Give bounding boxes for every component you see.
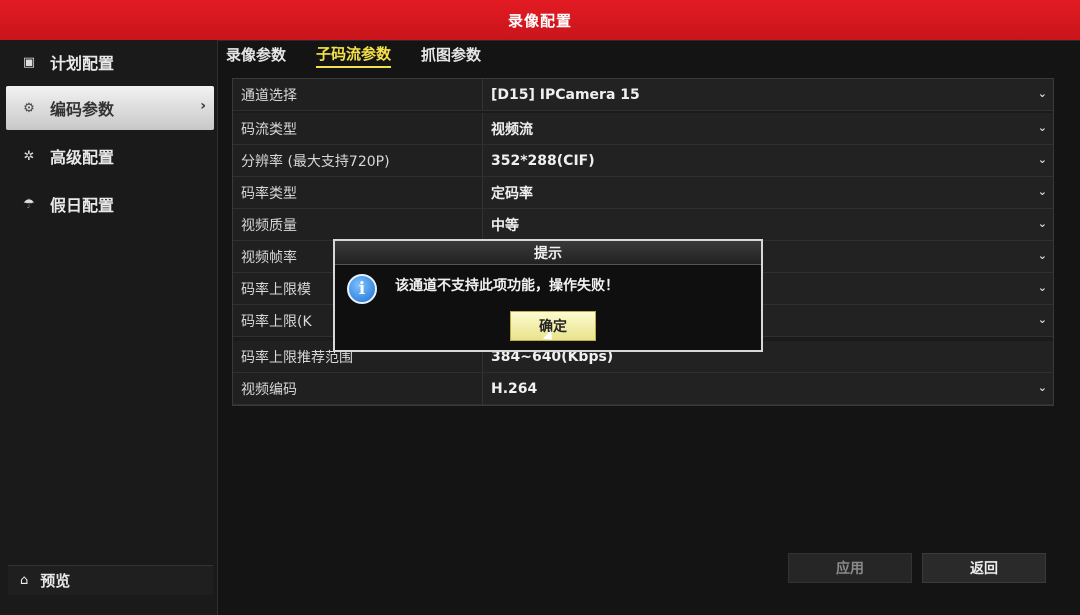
holiday-icon: ☂: [23, 196, 35, 212]
row-label: 通道选择: [233, 79, 483, 110]
row-label: 分辨率 (最大支持720P): [233, 145, 483, 176]
stream-type-select[interactable]: 视频流 ⌄: [483, 113, 1053, 144]
tab-substream-params[interactable]: 子码流参数: [316, 40, 392, 68]
table-row: 通道选择 [D15] IPCamera 15 ⌄: [233, 79, 1053, 111]
chevron-down-icon: ⌄: [1037, 185, 1047, 198]
chevron-down-icon: ⌄: [1037, 281, 1047, 294]
dialog-title: 提示: [335, 241, 761, 265]
sidebar-item-label: 计划配置: [50, 54, 115, 73]
tab-snapshot-params[interactable]: 抓图参数: [421, 40, 481, 68]
sidebar-item-holiday[interactable]: ☂ 假日配置: [6, 182, 214, 226]
row-label: 码率类型: [233, 177, 483, 208]
sidebar-item-encoding[interactable]: ⚙ 编码参数 ›: [6, 86, 214, 130]
chevron-down-icon: ⌄: [1037, 249, 1047, 262]
bitrate-type-select[interactable]: 定码率 ⌄: [483, 177, 1053, 208]
sidebar: ▣ 计划配置 ⚙ 编码参数 › ✲ 高级配置 ☂ 假日配置: [0, 40, 218, 615]
dialog-message: 该通道不支持此项功能，操作失败！: [395, 278, 619, 294]
row-label: 码流类型: [233, 113, 483, 144]
preview-button[interactable]: ⌂ 预览: [8, 565, 213, 595]
table-row: 码率类型 定码率 ⌄: [233, 177, 1053, 209]
chevron-down-icon: ⌄: [1037, 121, 1047, 134]
info-icon: i: [347, 274, 377, 304]
resolution-select[interactable]: 352*288(CIF) ⌄: [483, 145, 1053, 176]
sidebar-item-label: 假日配置: [50, 196, 115, 215]
sidebar-item-advanced[interactable]: ✲ 高级配置: [6, 134, 214, 178]
window-title: 录像配置: [507, 11, 572, 30]
chevron-down-icon: ⌄: [1037, 153, 1047, 166]
row-value: [D15] IPCamera 15: [491, 86, 640, 103]
table-row: 码流类型 视频流 ⌄: [233, 113, 1053, 145]
table-row: 分辨率 (最大支持720P) 352*288(CIF) ⌄: [233, 145, 1053, 177]
chevron-down-icon: ⌄: [1037, 381, 1047, 394]
video-quality-select[interactable]: 中等 ⌄: [483, 209, 1053, 240]
table-row: 视频质量 中等 ⌄: [233, 209, 1053, 241]
apply-button[interactable]: 应用: [788, 553, 912, 583]
title-bar: 录像配置: [0, 0, 1080, 40]
row-value: 视频流: [491, 121, 533, 138]
row-value: H.264: [491, 380, 538, 397]
video-codec-select[interactable]: H.264 ⌄: [483, 373, 1053, 404]
chevron-down-icon: ⌄: [1037, 217, 1047, 230]
row-value: 352*288(CIF): [491, 152, 595, 169]
chevron-right-icon: ›: [200, 98, 206, 114]
row-value: 中等: [491, 217, 519, 234]
row-label: 视频编码: [233, 373, 483, 404]
gear-icon: ⚙: [23, 100, 35, 116]
advanced-gear-icon: ✲: [23, 148, 35, 164]
sidebar-item-label: 高级配置: [50, 148, 115, 167]
channel-select[interactable]: [D15] IPCamera 15 ⌄: [483, 79, 1053, 110]
table-row: 视频编码 H.264 ⌄: [233, 373, 1053, 405]
calendar-icon: ▣: [22, 54, 36, 70]
tab-bar: 录像参数 子码流参数 抓图参数: [226, 40, 511, 70]
chevron-down-icon: ⌄: [1037, 87, 1047, 100]
row-label: 视频质量: [233, 209, 483, 240]
tab-record-params[interactable]: 录像参数: [226, 40, 286, 68]
back-button[interactable]: 返回: [922, 553, 1046, 583]
chevron-down-icon: ⌄: [1037, 313, 1047, 326]
preview-label: 预览: [40, 572, 71, 590]
home-icon: ⌂: [20, 573, 29, 588]
row-value: 定码率: [491, 185, 533, 202]
sidebar-item-label: 编码参数: [50, 100, 115, 119]
sidebar-item-schedule[interactable]: ▣ 计划配置: [6, 40, 214, 84]
